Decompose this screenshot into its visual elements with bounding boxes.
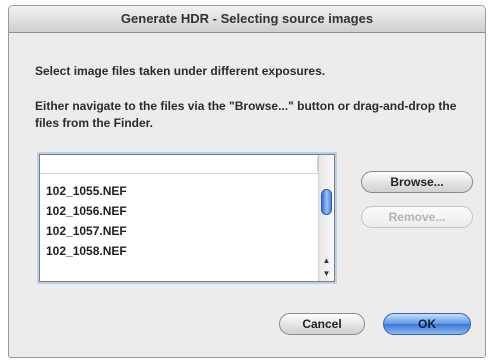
list-item[interactable]: 102_1056.NEF [46, 201, 314, 221]
list-item[interactable]: 102_1058.NEF [46, 241, 314, 261]
ok-button[interactable]: OK [383, 313, 471, 335]
vertical-scrollbar[interactable]: ▲ ▼ [318, 155, 334, 281]
list-header [40, 155, 318, 174]
scroll-up-arrow-icon[interactable]: ▲ [319, 254, 334, 267]
browse-button[interactable]: Browse... [361, 171, 473, 193]
hint-text: Either navigate to the files via the "Br… [35, 99, 457, 130]
list-item[interactable]: 102_1055.NEF [46, 181, 314, 201]
dialog-title: Generate HDR - Selecting source images [9, 6, 485, 33]
scroll-down-arrow-icon[interactable]: ▼ [319, 267, 334, 280]
instruction-text: Select image files taken under different… [35, 64, 326, 78]
file-list[interactable]: 102_1055.NEF 102_1056.NEF 102_1057.NEF 1… [39, 154, 335, 282]
hdr-dialog: Generate HDR - Selecting source images S… [8, 5, 486, 358]
cancel-button[interactable]: Cancel [279, 313, 365, 335]
list-item[interactable]: 102_1057.NEF [46, 221, 314, 241]
file-rows: 102_1055.NEF 102_1056.NEF 102_1057.NEF 1… [46, 181, 314, 261]
scroll-thumb[interactable] [321, 189, 332, 215]
remove-button[interactable]: Remove... [361, 206, 473, 228]
